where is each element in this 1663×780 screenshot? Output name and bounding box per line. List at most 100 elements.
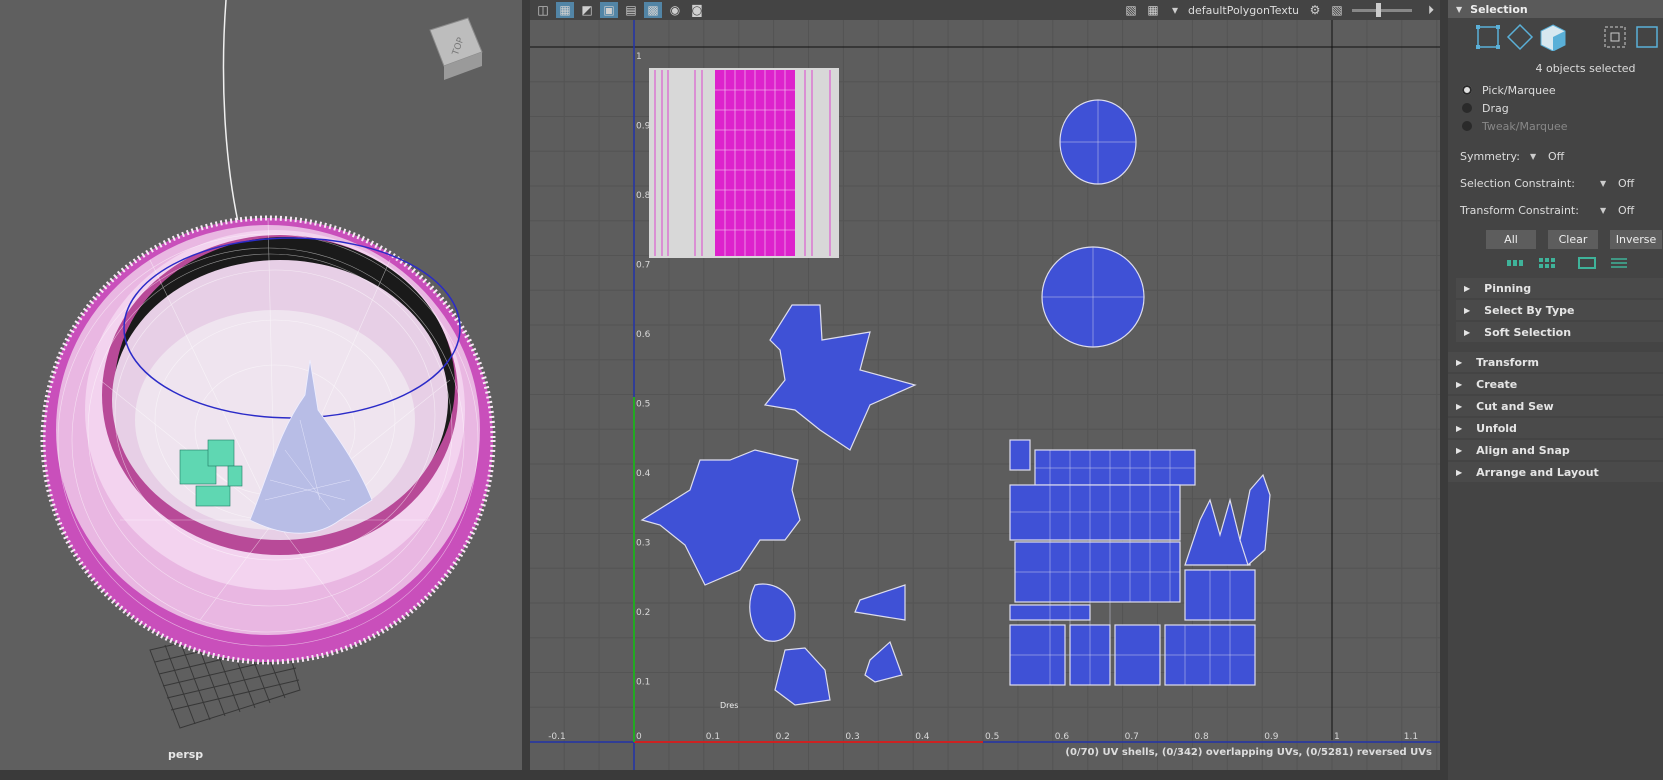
face-select-icon[interactable] <box>1536 22 1568 52</box>
selection-constraint-label: Selection Constraint: <box>1460 177 1575 190</box>
expand-triangle-icon: ▶ <box>1464 327 1471 337</box>
view-cube: TOP <box>429 17 483 80</box>
dropdown-arrow-icon[interactable]: ▼ <box>1530 152 1548 161</box>
exposure-slider[interactable] <box>1352 2 1412 17</box>
u-tick-label: 0.5 <box>985 732 999 742</box>
viewport-scene: TOP <box>40 0 496 729</box>
uv-snapshot-icon[interactable]: ▦ <box>556 2 574 18</box>
grid-icon[interactable]: ◫ <box>534 2 552 18</box>
image-icon[interactable]: ▧ <box>1122 2 1140 18</box>
v-tick-label: 0.3 <box>636 539 650 549</box>
select-loop-icon[interactable] <box>1610 257 1628 269</box>
image-ratio-icon[interactable]: ▧ <box>1328 2 1346 18</box>
mode-label: Drag <box>1482 101 1509 115</box>
pane-divider[interactable] <box>522 0 530 780</box>
mode-tweak-marquee: Tweak/Marquee <box>1448 117 1663 135</box>
expand-triangle-icon: ▶ <box>1464 283 1471 293</box>
bottom-scrollbar[interactable] <box>0 770 1440 780</box>
u-tick-label: 0.1 <box>706 732 720 742</box>
arrange-and-layout-section[interactable]: ▶ Arrange and Layout <box>1448 462 1663 482</box>
radio-pick-marquee[interactable] <box>1462 85 1472 95</box>
cut-and-sew-section[interactable]: ▶ Cut and Sew <box>1448 396 1663 416</box>
select-by-type-section[interactable]: ▶ Select By Type <box>1456 300 1663 320</box>
texture-settings-icon[interactable]: ⚙ <box>1306 2 1324 18</box>
edge-select-icon[interactable] <box>1504 22 1536 52</box>
expand-triangle-icon: ▶ <box>1456 357 1463 367</box>
shrink-selection-icon[interactable] <box>1506 257 1524 269</box>
step-icon[interactable]: ⏵ <box>1422 2 1440 18</box>
section-label: Transform <box>1476 355 1539 369</box>
select-all-button[interactable]: All <box>1486 230 1536 249</box>
expand-triangle-icon: ▶ <box>1456 467 1463 477</box>
u-tick-label: 0.7 <box>1125 732 1139 742</box>
grow-selection-icon[interactable] <box>1538 257 1556 269</box>
uv-toolkit-panel: ▼ Selection 4 objects selected Pick/Marq… <box>1440 0 1663 780</box>
section-label: Soft Selection <box>1484 325 1572 339</box>
u-tick-label: 0 <box>636 732 642 742</box>
transform-constraint-label: Transform Constraint: <box>1460 204 1579 217</box>
expand-triangle-icon: ▶ <box>1456 379 1463 389</box>
v-tick-label: 0.5 <box>636 400 650 410</box>
pinning-section[interactable]: ▶ Pinning <box>1456 278 1663 298</box>
collapse-triangle-icon: ▼ <box>1456 4 1463 14</box>
transform-section[interactable]: ▶ Transform <box>1448 352 1663 372</box>
selection-section-header[interactable]: ▼ Selection <box>1448 0 1663 18</box>
dropdown-arrow-icon[interactable]: ▼ <box>1600 179 1618 188</box>
vertex-select-icon[interactable] <box>1472 22 1504 52</box>
v-tick-label: 0.6 <box>636 330 651 340</box>
checker-icon[interactable]: ◩ <box>578 2 596 18</box>
align-and-snap-section[interactable]: ▶ Align and Snap <box>1448 440 1663 460</box>
mode-label: Tweak/Marquee <box>1482 119 1568 133</box>
isolate-icon[interactable]: ▣ <box>600 2 618 18</box>
create-section[interactable]: ▶ Create <box>1448 374 1663 394</box>
shaded-uv-icon[interactable]: ◉ <box>666 2 684 18</box>
transform-constraint-value[interactable]: Off <box>1618 204 1634 217</box>
v-tick-label: 0.1 <box>636 678 650 688</box>
section-label: Pinning <box>1484 281 1532 295</box>
selection-section-title: Selection <box>1470 2 1528 16</box>
uv-shell-select-icon[interactable] <box>1631 22 1663 52</box>
selection-constraint-value[interactable]: Off <box>1618 177 1634 190</box>
mode-drag[interactable]: Drag <box>1448 99 1663 117</box>
dropdown-arrow-icon[interactable]: ▼ <box>1600 206 1618 215</box>
symmetry-value[interactable]: Off <box>1548 150 1564 163</box>
uv-shell-texture-tile <box>649 68 839 258</box>
render-icon[interactable]: ◙ <box>688 2 706 18</box>
section-label: Arrange and Layout <box>1476 465 1599 479</box>
u-tick-label: 0.9 <box>1264 732 1279 742</box>
uv-shell-block-cluster <box>1009 439 1271 686</box>
v-tick-label: 0.8 <box>636 191 651 201</box>
radio-drag[interactable] <box>1462 103 1472 113</box>
dropdown-arrow-icon[interactable]: ▾ <box>1166 2 1184 18</box>
select-border-icon[interactable] <box>1578 257 1596 269</box>
v-tick-label: 1 <box>636 52 642 62</box>
perspective-viewport[interactable]: TOP persp <box>0 0 522 770</box>
uv-select-icon[interactable] <box>1599 22 1631 52</box>
selection-mode-icons <box>1448 18 1663 56</box>
expand-triangle-icon: ▶ <box>1456 401 1463 411</box>
display-image-icon[interactable]: ▤ <box>622 2 640 18</box>
section-label: Create <box>1476 377 1518 391</box>
uv-fragment-label: Dres <box>720 701 738 710</box>
section-label: Unfold <box>1476 421 1517 435</box>
unfold-section[interactable]: ▶ Unfold <box>1448 418 1663 438</box>
clear-selection-button[interactable]: Clear <box>1548 230 1598 249</box>
selection-constraint-option: Selection Constraint: ▼ Off <box>1448 170 1663 197</box>
u-tick-label: 0.2 <box>776 732 790 742</box>
u-tick-label: 1 <box>1334 732 1340 742</box>
u-tick-label: 0.8 <box>1194 732 1209 742</box>
uv-canvas[interactable]: -0.1 0 0.1 0.2 0.3 0.4 0.5 0.6 0.7 0.8 0.9 1 1.1 1 0.9… <box>530 20 1440 770</box>
u-tick-label: 0.6 <box>1055 732 1070 742</box>
uv-shell-small-4 <box>864 640 903 683</box>
objects-selected-label: 4 objects selected <box>1535 62 1636 75</box>
uv-editor[interactable]: ◫ ▦ ◩ ▣ ▤ ▩ ◉ ◙ ▧ ▦ ▾ defaultPolygonText… <box>530 0 1440 770</box>
checker-pattern-icon[interactable]: ▦ <box>1144 2 1162 18</box>
selection-tool-icons <box>1448 250 1663 276</box>
texture-name[interactable]: defaultPolygonTexture <box>1188 4 1298 17</box>
pixel-snap-icon[interactable]: ▩ <box>644 2 662 18</box>
soft-selection-section[interactable]: ▶ Soft Selection <box>1456 322 1663 342</box>
mode-pick-marquee[interactable]: Pick/Marquee <box>1448 81 1663 99</box>
v-tick-label: 0.4 <box>636 469 651 479</box>
mode-label: Pick/Marquee <box>1482 83 1556 97</box>
inverse-selection-button[interactable]: Inverse <box>1610 230 1662 249</box>
